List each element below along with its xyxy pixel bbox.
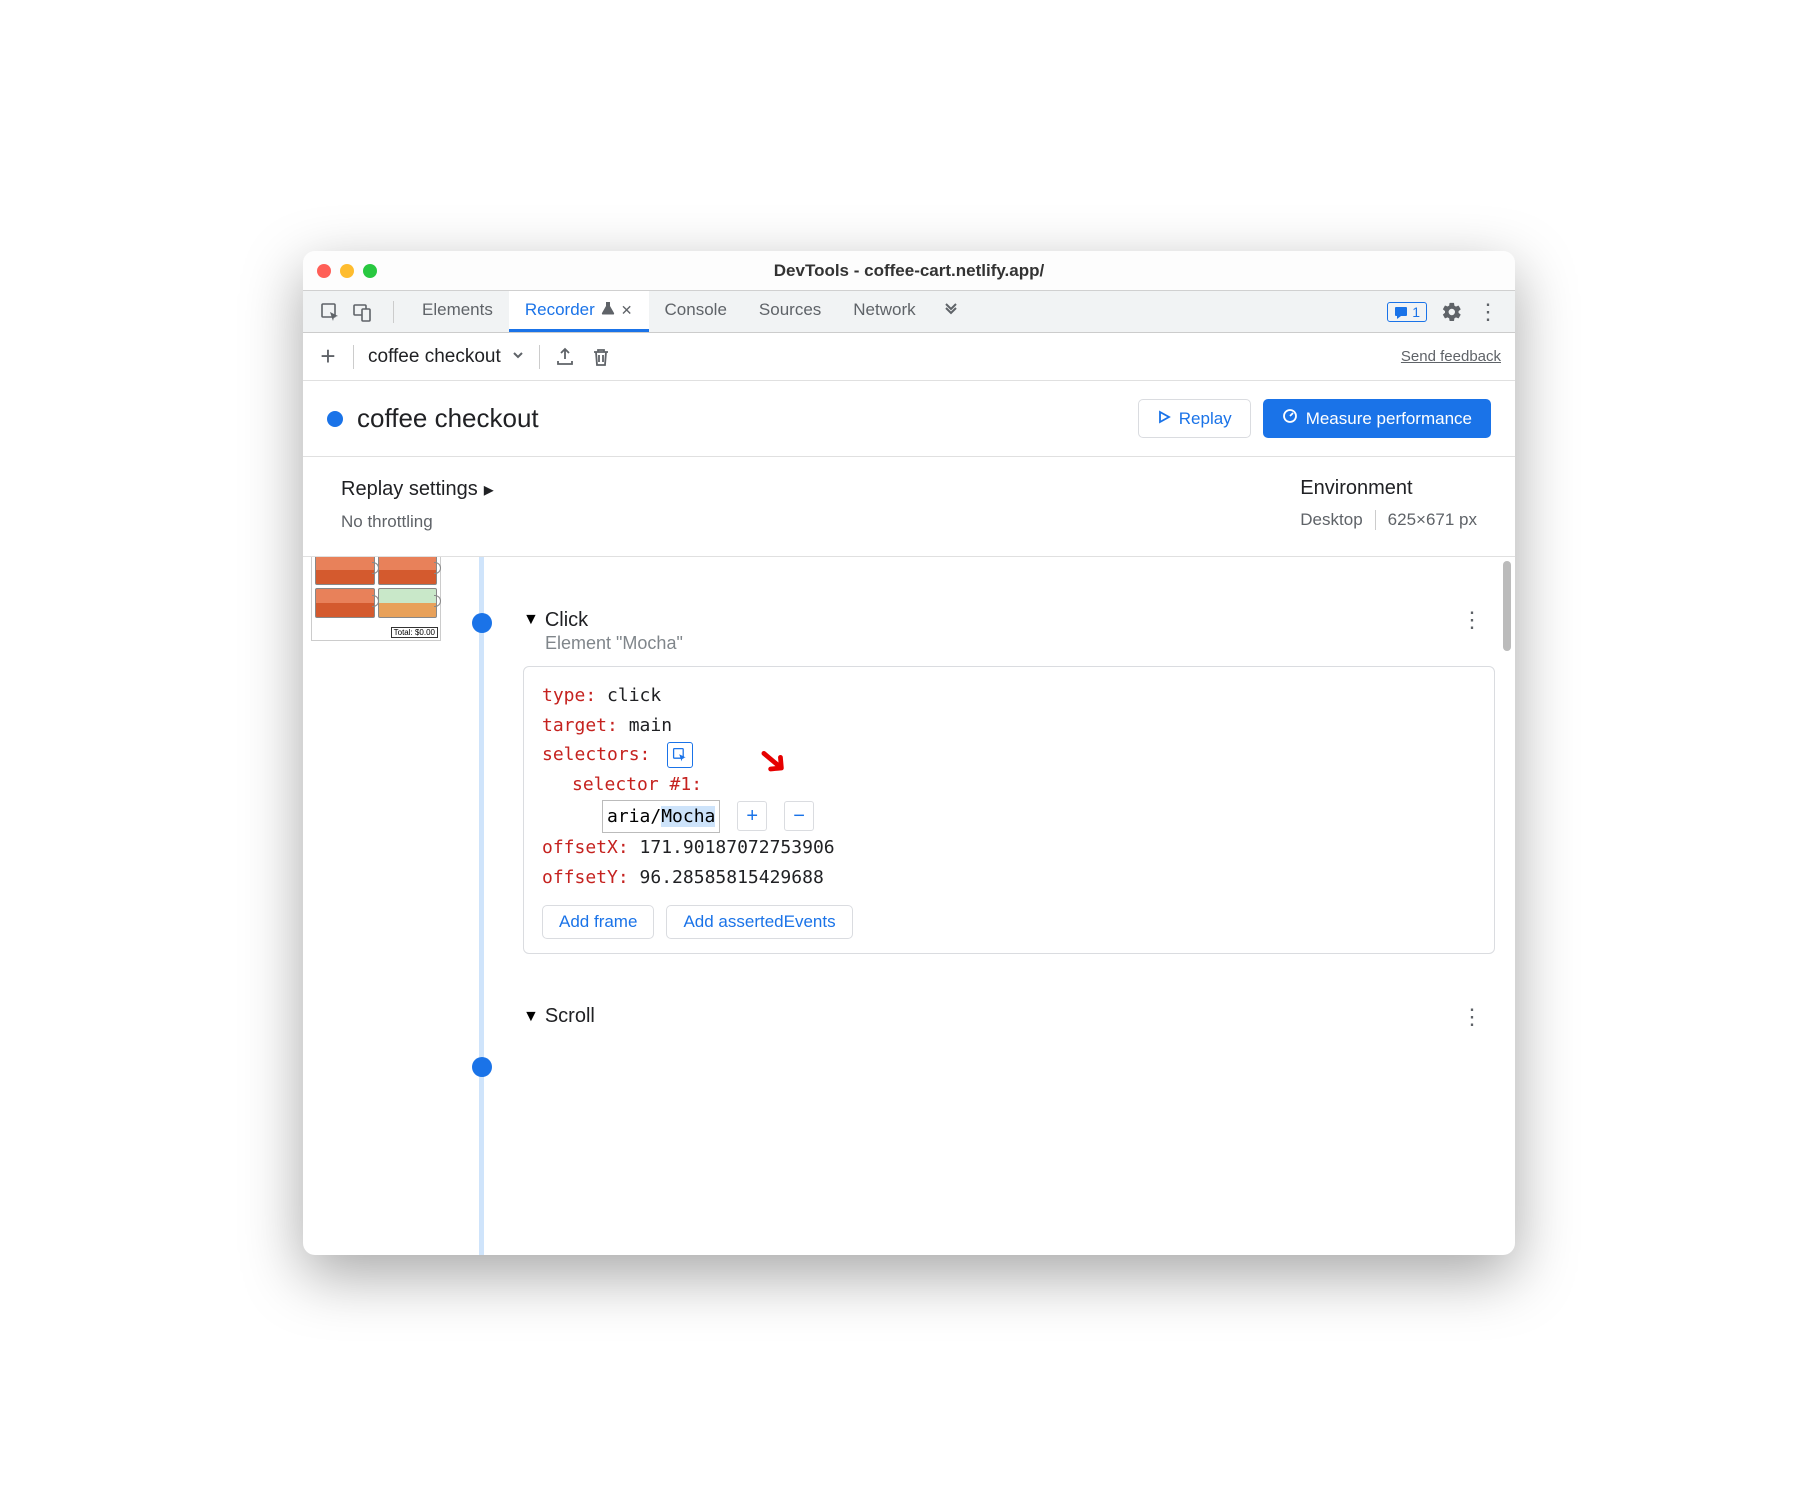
caret-down-icon[interactable]: ▼ (523, 611, 539, 629)
tab-more[interactable] (932, 291, 970, 332)
recording-selector[interactable]: coffee checkout (368, 346, 525, 368)
timeline-node[interactable] (472, 1057, 492, 1077)
scrollbar[interactable] (1501, 557, 1513, 1255)
step-scroll: ▼ Scroll ⋮ (523, 1004, 1495, 1030)
separator (393, 301, 394, 323)
step-menu-icon[interactable]: ⋮ (1461, 607, 1495, 633)
close-window-icon[interactable] (317, 264, 331, 278)
recording-title: coffee checkout (357, 403, 539, 434)
separator (539, 345, 540, 369)
step-details: ➜ type: click target: main selectors: se… (523, 666, 1495, 954)
device-value: Desktop (1300, 510, 1362, 530)
maximize-window-icon[interactable] (363, 264, 377, 278)
step-subtitle: Element "Mocha" (545, 633, 1495, 654)
environment-label: Environment (1300, 477, 1412, 500)
viewport-value: 625×671 px (1388, 510, 1477, 530)
element-picker-icon[interactable] (667, 742, 693, 768)
minimize-window-icon[interactable] (340, 264, 354, 278)
close-tab-icon[interactable]: ✕ (621, 302, 633, 319)
replay-button[interactable]: Replay (1138, 399, 1251, 438)
add-asserted-events-button[interactable]: Add assertedEvents (666, 905, 852, 939)
new-recording-icon[interactable]: + (317, 346, 339, 368)
replay-settings-toggle[interactable]: Replay settings ▸ (341, 477, 494, 502)
throttle-value: No throttling (341, 512, 494, 532)
remove-selector-button[interactable]: − (784, 801, 814, 831)
settings-row: Replay settings ▸ No throttling Environm… (303, 457, 1515, 557)
tab-sources[interactable]: Sources (743, 291, 837, 332)
gauge-icon (1282, 408, 1298, 429)
kebab-menu-icon[interactable]: ⋮ (1477, 301, 1499, 323)
add-frame-button[interactable]: Add frame (542, 905, 654, 939)
recording-header: coffee checkout Replay Measure performan… (303, 381, 1515, 457)
step-title: Click (545, 609, 588, 632)
steps-panel: Total: $0.00 ▼ Click ⋮ Element "Mocha" ➜… (303, 557, 1515, 1255)
issues-badge[interactable]: 1 (1387, 302, 1427, 322)
titlebar: DevTools - coffee-cart.netlify.app/ (303, 251, 1515, 291)
selector-input[interactable]: aria/Mocha (602, 800, 720, 834)
measure-performance-button[interactable]: Measure performance (1263, 399, 1491, 438)
settings-icon[interactable] (1441, 301, 1463, 323)
timeline: ▼ Click ⋮ Element "Mocha" ➜ type: click … (463, 557, 1515, 1255)
send-feedback-link[interactable]: Send feedback (1401, 348, 1501, 365)
separator (353, 345, 354, 369)
timeline-rail (479, 557, 484, 1255)
chevron-down-icon (511, 346, 525, 368)
tab-recorder[interactable]: Recorder ✕ (509, 291, 649, 332)
play-icon (1157, 409, 1171, 429)
step-title: Scroll (545, 1005, 595, 1028)
tab-bar: Elements Recorder ✕ Console Sources Netw… (303, 291, 1515, 333)
inspect-icon[interactable] (319, 301, 341, 323)
separator (1375, 510, 1376, 530)
tab-network[interactable]: Network (837, 291, 931, 332)
add-selector-button[interactable]: + (737, 801, 767, 831)
tab-elements[interactable]: Elements (406, 291, 509, 332)
scrollbar-thumb[interactable] (1503, 561, 1511, 651)
step-click: ▼ Click ⋮ Element "Mocha" ➜ type: click … (523, 607, 1495, 954)
recorder-toolbar: + coffee checkout Send feedback (303, 333, 1515, 381)
thumbnails-column: Total: $0.00 (303, 557, 463, 1255)
export-icon[interactable] (554, 346, 576, 368)
caret-down-icon[interactable]: ▼ (523, 1008, 539, 1026)
timeline-node[interactable] (472, 613, 492, 633)
flask-icon (601, 300, 615, 320)
window-title: DevTools - coffee-cart.netlify.app/ (774, 261, 1044, 281)
step-thumbnail[interactable]: Total: $0.00 (311, 557, 441, 641)
devtools-window: DevTools - coffee-cart.netlify.app/ Elem… (303, 251, 1515, 1255)
step-menu-icon[interactable]: ⋮ (1461, 1004, 1495, 1030)
status-dot-icon (327, 411, 343, 427)
device-toggle-icon[interactable] (351, 301, 373, 323)
delete-icon[interactable] (590, 346, 612, 368)
tab-console[interactable]: Console (649, 291, 743, 332)
traffic-lights (317, 264, 377, 278)
caret-right-icon: ▸ (484, 477, 494, 502)
